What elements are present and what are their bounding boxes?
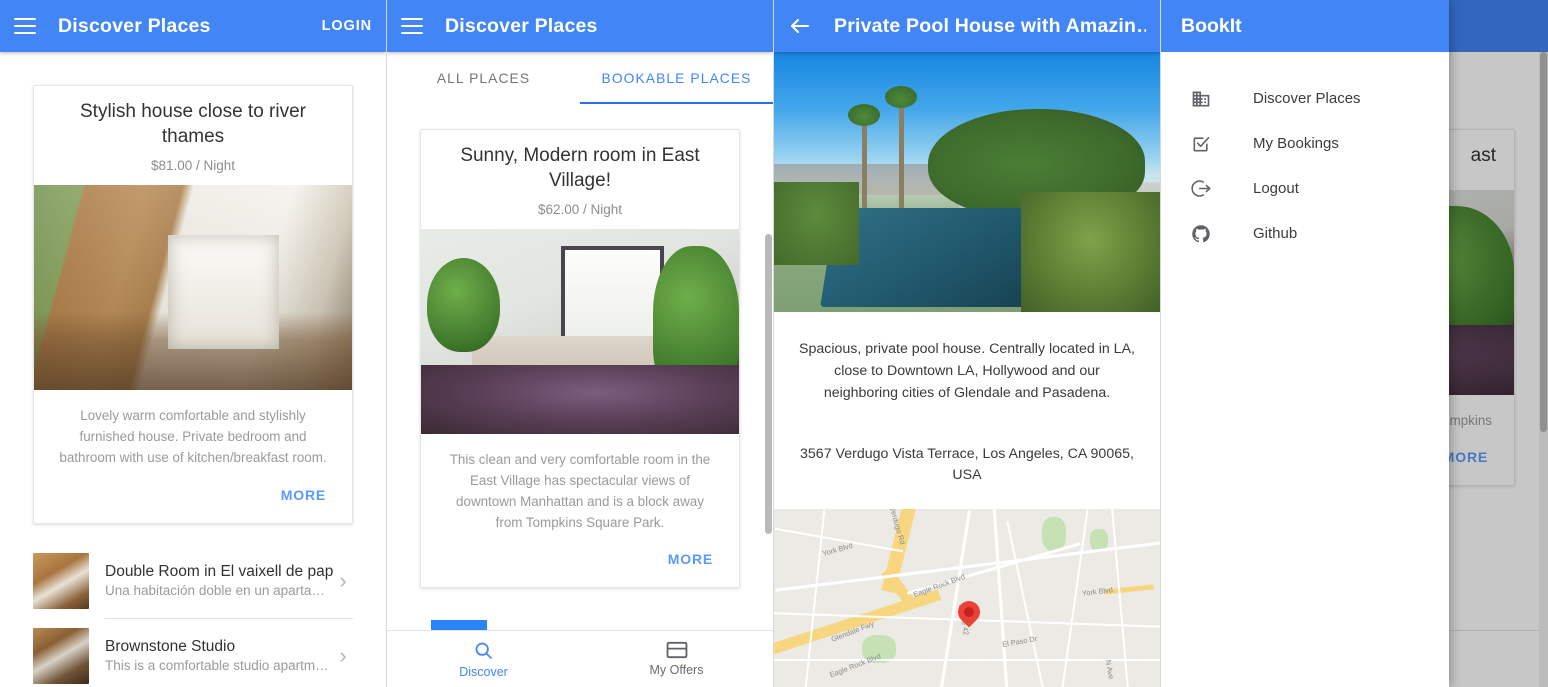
couch-shape [471, 335, 682, 394]
panel2-body: Sunny, Modern room in East Village! $62.… [387, 104, 773, 687]
place-card-title: Stylish house close to river thames [80, 101, 306, 147]
list-item-thumbnail [33, 627, 89, 684]
appbar-title: Discover Places [445, 14, 598, 37]
list-item[interactable]: Double Room in El vaixell de pap Una hab… [33, 544, 353, 618]
detail-hero-photo [774, 52, 1160, 312]
detail-description: Spacious, private pool house. Centrally … [799, 341, 1135, 401]
place-card[interactable]: Sunny, Modern room in East Village! $62.… [420, 129, 740, 589]
scrollbar-thumb[interactable] [765, 234, 772, 534]
place-card-photo [421, 229, 739, 435]
place-list: Double Room in El vaixell de pap Una hab… [0, 544, 386, 687]
detail-map[interactable]: York Blvd Verdugo Rd Eagle Rock Blvd Gle… [774, 508, 1160, 687]
shrubs-right-shape [1021, 192, 1160, 312]
dining-room-image [33, 552, 89, 609]
place-card-description: Lovely warm comfortable and stylishly fu… [59, 408, 327, 465]
plant-right-shape [653, 245, 739, 394]
more-button[interactable]: MORE [660, 545, 721, 573]
drawer-item-discover-places[interactable]: Discover Places [1161, 76, 1449, 121]
bottom-navigation: Discover My Offers [387, 630, 773, 687]
list-item-text: Brownstone Studio This is a comfortable … [89, 638, 333, 673]
back-arrow-icon[interactable] [788, 14, 812, 38]
list-item-subtitle: Una habitación doble en un aparta… [105, 583, 325, 599]
place-card-title: Sunny, Modern room in East Village! [460, 145, 700, 191]
list-item[interactable]: Brownstone Studio This is a comfortable … [33, 619, 353, 687]
list-item-title: Double Room in El vaixell de pap [105, 563, 333, 581]
list-item-thumbnail [33, 552, 89, 609]
place-card-header: Sunny, Modern room in East Village! $62.… [421, 130, 739, 229]
place-card-header: Stylish house close to river thames $81.… [34, 86, 352, 185]
drawer-app-title: BookIt [1181, 14, 1242, 37]
appbar-panel3: Private Pool House with Amazin… [774, 0, 1160, 52]
drawer-item-my-bookings[interactable]: My Bookings [1161, 121, 1449, 166]
hamburger-icon[interactable] [14, 18, 36, 34]
screenshot-root: Discover Places LOGIN Stylish house clos… [0, 0, 1548, 687]
panel-bookable-places: Discover Places ALL PLACES BOOKABLE PLAC… [387, 0, 774, 687]
detail-address: 3567 Verdugo Vista Terrace, Los Angeles,… [800, 446, 1134, 484]
garden-patio-image [34, 185, 352, 391]
panel3-body: Spacious, private pool house. Centrally … [774, 52, 1160, 687]
pool-house-image [774, 52, 1160, 312]
business-icon [1189, 87, 1213, 111]
appbar-panel2: Discover Places [387, 0, 773, 52]
place-card-actions: MORE [421, 539, 739, 587]
list-item-text: Double Room in El vaixell de pap Una hab… [89, 563, 333, 598]
studio-bedroom-image [33, 627, 89, 684]
search-icon [475, 642, 492, 659]
panel-navigation-drawer: PLACES ast the East ntown m [1161, 0, 1548, 687]
navigation-drawer: BookIt Discover Places My Bookings Logou… [1161, 0, 1449, 687]
bottom-nav-my-offers-label: My Offers [649, 663, 704, 677]
plant-left-shape [427, 258, 501, 353]
place-card-price: $81.00 / Night [150, 158, 236, 174]
bottom-nav-discover-label: Discover [459, 664, 508, 679]
scroll-progress-indicator [431, 620, 487, 630]
place-card[interactable]: Stylish house close to river thames $81.… [33, 85, 353, 524]
panel-place-detail: Private Pool House with Amazin… Spacious [774, 0, 1161, 687]
list-item-subtitle: This is a comfortable studio apartm… [105, 658, 329, 674]
credit-card-icon [666, 641, 687, 659]
more-button[interactable]: MORE [273, 481, 334, 509]
panel-discover-list: Discover Places LOGIN Stylish house clos… [0, 0, 387, 687]
hamburger-icon[interactable] [401, 18, 423, 34]
tab-bar: ALL PLACES BOOKABLE PLACES [387, 52, 773, 104]
drawer-item-label: Github [1253, 225, 1298, 242]
place-card-photo [34, 185, 352, 391]
drawer-item-logout[interactable]: Logout [1161, 166, 1449, 211]
drawer-item-label: Discover Places [1253, 90, 1361, 107]
panel1-body: Stylish house close to river thames $81.… [0, 52, 386, 687]
github-icon [1189, 222, 1213, 246]
drawer-item-github[interactable]: Github [1161, 211, 1449, 256]
chevron-right-icon: › [339, 642, 347, 668]
drawer-item-label: Logout [1253, 180, 1299, 197]
appbar-title: Discover Places [58, 14, 211, 37]
place-card-actions: MORE [34, 475, 352, 523]
drawer-header: BookIt [1161, 0, 1449, 52]
drawer-menu-list: Discover Places My Bookings Logout Githu… [1161, 52, 1449, 256]
drawer-item-label: My Bookings [1253, 135, 1339, 152]
tab-all-places[interactable]: ALL PLACES [387, 52, 580, 104]
map-park-area [1042, 516, 1066, 551]
place-card-description: This clean and very comfortable room in … [449, 452, 711, 530]
logout-icon [1189, 177, 1213, 201]
appbar-title: Private Pool House with Amazin… [834, 14, 1146, 37]
living-room-image [421, 229, 739, 435]
tab-bookable-places[interactable]: BOOKABLE PLACES [580, 52, 773, 104]
map-road [774, 658, 1160, 661]
appbar-panel1: Discover Places LOGIN [0, 0, 386, 52]
bottom-nav-my-offers[interactable]: My Offers [580, 631, 773, 687]
bottom-nav-discover[interactable]: Discover [387, 631, 580, 687]
checkbox-check-icon [1189, 132, 1213, 156]
login-button[interactable]: LOGIN [322, 18, 372, 34]
shrubs-left-shape [774, 182, 859, 266]
chevron-right-icon: › [339, 567, 347, 593]
list-item-title: Brownstone Studio [105, 638, 236, 656]
place-card-price: $62.00 / Night [537, 202, 623, 218]
scrollbar-panel2[interactable] [764, 104, 773, 687]
